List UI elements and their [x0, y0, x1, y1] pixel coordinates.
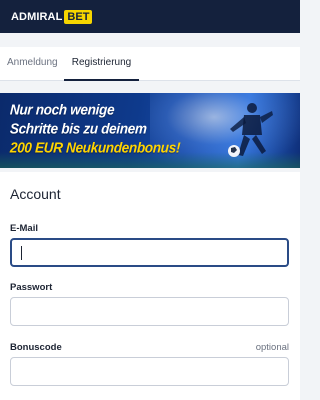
banner-line-2: Schritte bis zu deinem	[9, 120, 148, 137]
tab-anmeldung[interactable]: Anmeldung	[7, 47, 58, 81]
banner-line-3: 200 EUR Neukundenbonus!	[9, 139, 181, 156]
email-field[interactable]	[10, 238, 289, 267]
registration-form: Account E-Mail Passwort Bonuscode option…	[0, 172, 300, 400]
auth-tabs: Anmeldung Registrierung	[0, 47, 300, 81]
banner-line-1: Nur noch wenige	[9, 101, 115, 118]
top-header: ADMIRAL BET	[0, 0, 300, 33]
admiralbet-logo[interactable]: ADMIRAL BET	[11, 9, 93, 24]
optional-hint: optional	[255, 342, 289, 353]
section-title-account: Account	[10, 186, 61, 202]
password-label: Passwort	[10, 282, 53, 293]
logo-text-bet: BET	[64, 9, 93, 24]
email-label: E-Mail	[10, 223, 38, 234]
password-field[interactable]	[10, 297, 289, 326]
text-caret	[21, 246, 22, 260]
logo-text-admiral: ADMIRAL	[11, 10, 63, 23]
tab-registrierung[interactable]: Registrierung	[64, 47, 139, 81]
banner-text: Nur noch wenige Schritte bis zu deinem 2…	[10, 100, 220, 157]
bonuscode-label: Bonuscode	[10, 342, 62, 353]
football-player-illustration	[228, 103, 273, 157]
bonuscode-field[interactable]	[10, 357, 289, 386]
promo-banner[interactable]: Nur noch wenige Schritte bis zu deinem 2…	[0, 93, 300, 168]
